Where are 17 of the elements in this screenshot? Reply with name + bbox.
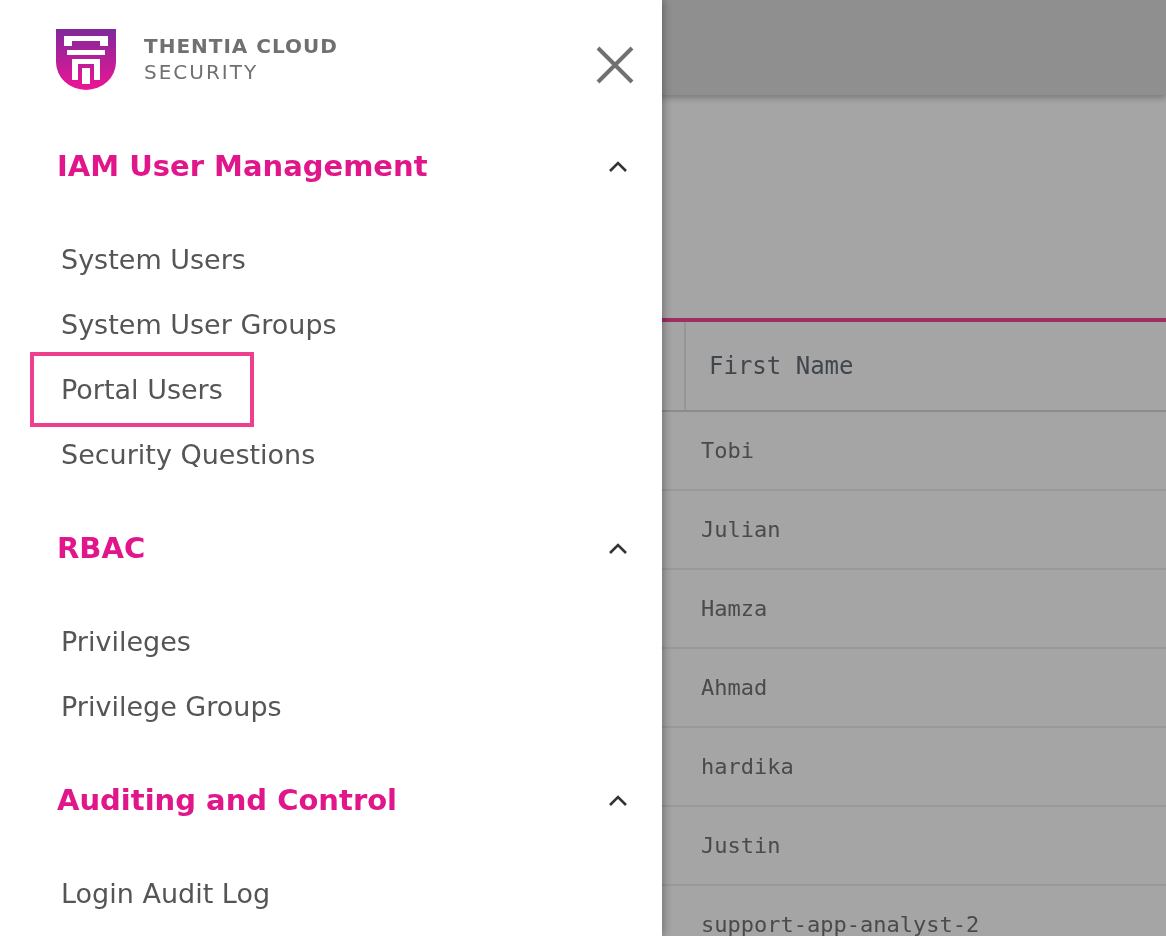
column-header[interactable]: First Name: [684, 322, 854, 410]
table-cell: Hamza: [701, 596, 768, 621]
section-header[interactable]: RBAC: [0, 503, 662, 593]
nav-item[interactable]: Login Audit Log: [30, 856, 302, 931]
shield-logo-icon: [55, 28, 117, 90]
section-header[interactable]: IAM User Management: [0, 121, 662, 211]
table-cell: Tobi: [701, 438, 754, 463]
close-icon[interactable]: [596, 46, 634, 84]
brand-name: THENTIA CLOUD: [144, 33, 338, 59]
nav-item[interactable]: Portal Users: [30, 352, 254, 427]
table-cell: Justin: [701, 833, 781, 858]
table-cell: support-app-analyst-2: [701, 912, 980, 936]
table-cell: Julian: [701, 517, 781, 542]
table-cell: hardika: [701, 754, 794, 779]
brand-subtitle: SECURITY: [144, 59, 260, 85]
section-header[interactable]: Auditing and Control: [0, 755, 662, 845]
table-cell: Ahmad: [701, 675, 768, 700]
